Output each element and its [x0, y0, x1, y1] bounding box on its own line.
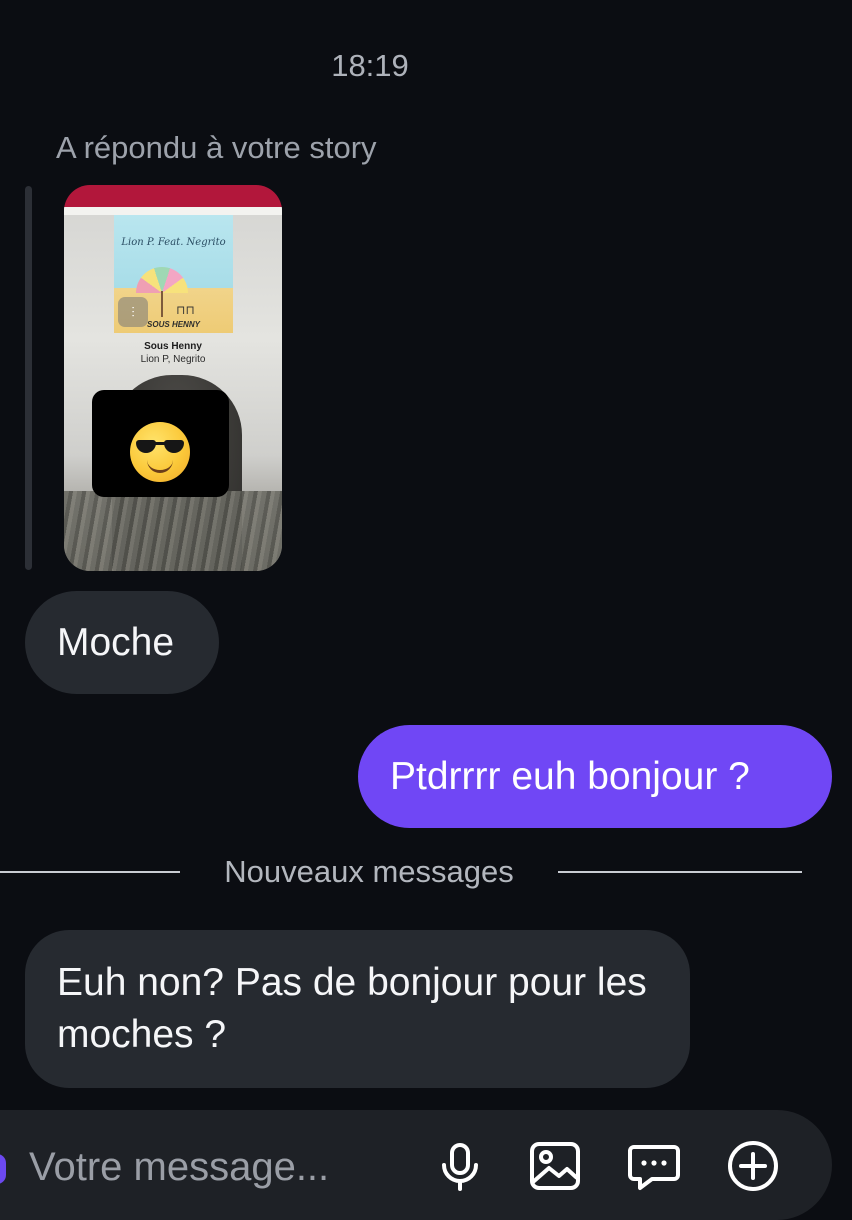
- image-icon[interactable]: [527, 1138, 583, 1194]
- chat-bubble-icon[interactable]: [626, 1138, 682, 1194]
- new-messages-label: Nouveaux messages: [224, 854, 514, 889]
- message-bubble-incoming[interactable]: Moche: [25, 591, 219, 694]
- message-bubble-outgoing[interactable]: Ptdrrrr euh bonjour ?: [358, 725, 832, 828]
- microphone-icon[interactable]: [432, 1138, 488, 1194]
- reply-indicator-bar: [25, 186, 32, 570]
- sunglasses-emoji-sticker: [92, 390, 229, 497]
- sunglasses-emoji-icon: [130, 422, 190, 482]
- umbrella-pole: [161, 291, 163, 317]
- beach-umbrella-illustration: [136, 267, 188, 293]
- message-bubble-incoming[interactable]: Euh non? Pas de bonjour pour les moches …: [25, 930, 690, 1088]
- message-input[interactable]: [27, 1141, 411, 1193]
- smile-shape: [147, 460, 173, 473]
- plus-circle-icon[interactable]: [725, 1138, 781, 1194]
- beach-chairs-illustration: ⊓⊓: [176, 303, 195, 317]
- story-reply-label: A répondu à votre story: [56, 130, 377, 165]
- song-artist: Lion P, Negrito: [140, 354, 206, 365]
- sunglasses-shape: [136, 440, 184, 454]
- message-composer: [0, 1110, 832, 1220]
- story-photo-hair: [64, 491, 282, 571]
- curtain-rail: [64, 207, 282, 215]
- composer-accent: [0, 1154, 6, 1184]
- album-cover-title: Lion P. Feat. Negrito: [121, 237, 226, 248]
- audio-wave-icon: ⫶: [118, 297, 148, 327]
- story-preview[interactable]: Lion P. Feat. Negrito ⊓⊓ SOUS HENNY ⫶ So…: [64, 185, 282, 571]
- song-title: Sous Henny: [144, 341, 202, 352]
- divider-line-left: [0, 871, 180, 873]
- divider-line-right: [558, 871, 802, 873]
- new-messages-divider: Nouveaux messages: [0, 852, 852, 892]
- message-timestamp: 18:19: [331, 48, 409, 83]
